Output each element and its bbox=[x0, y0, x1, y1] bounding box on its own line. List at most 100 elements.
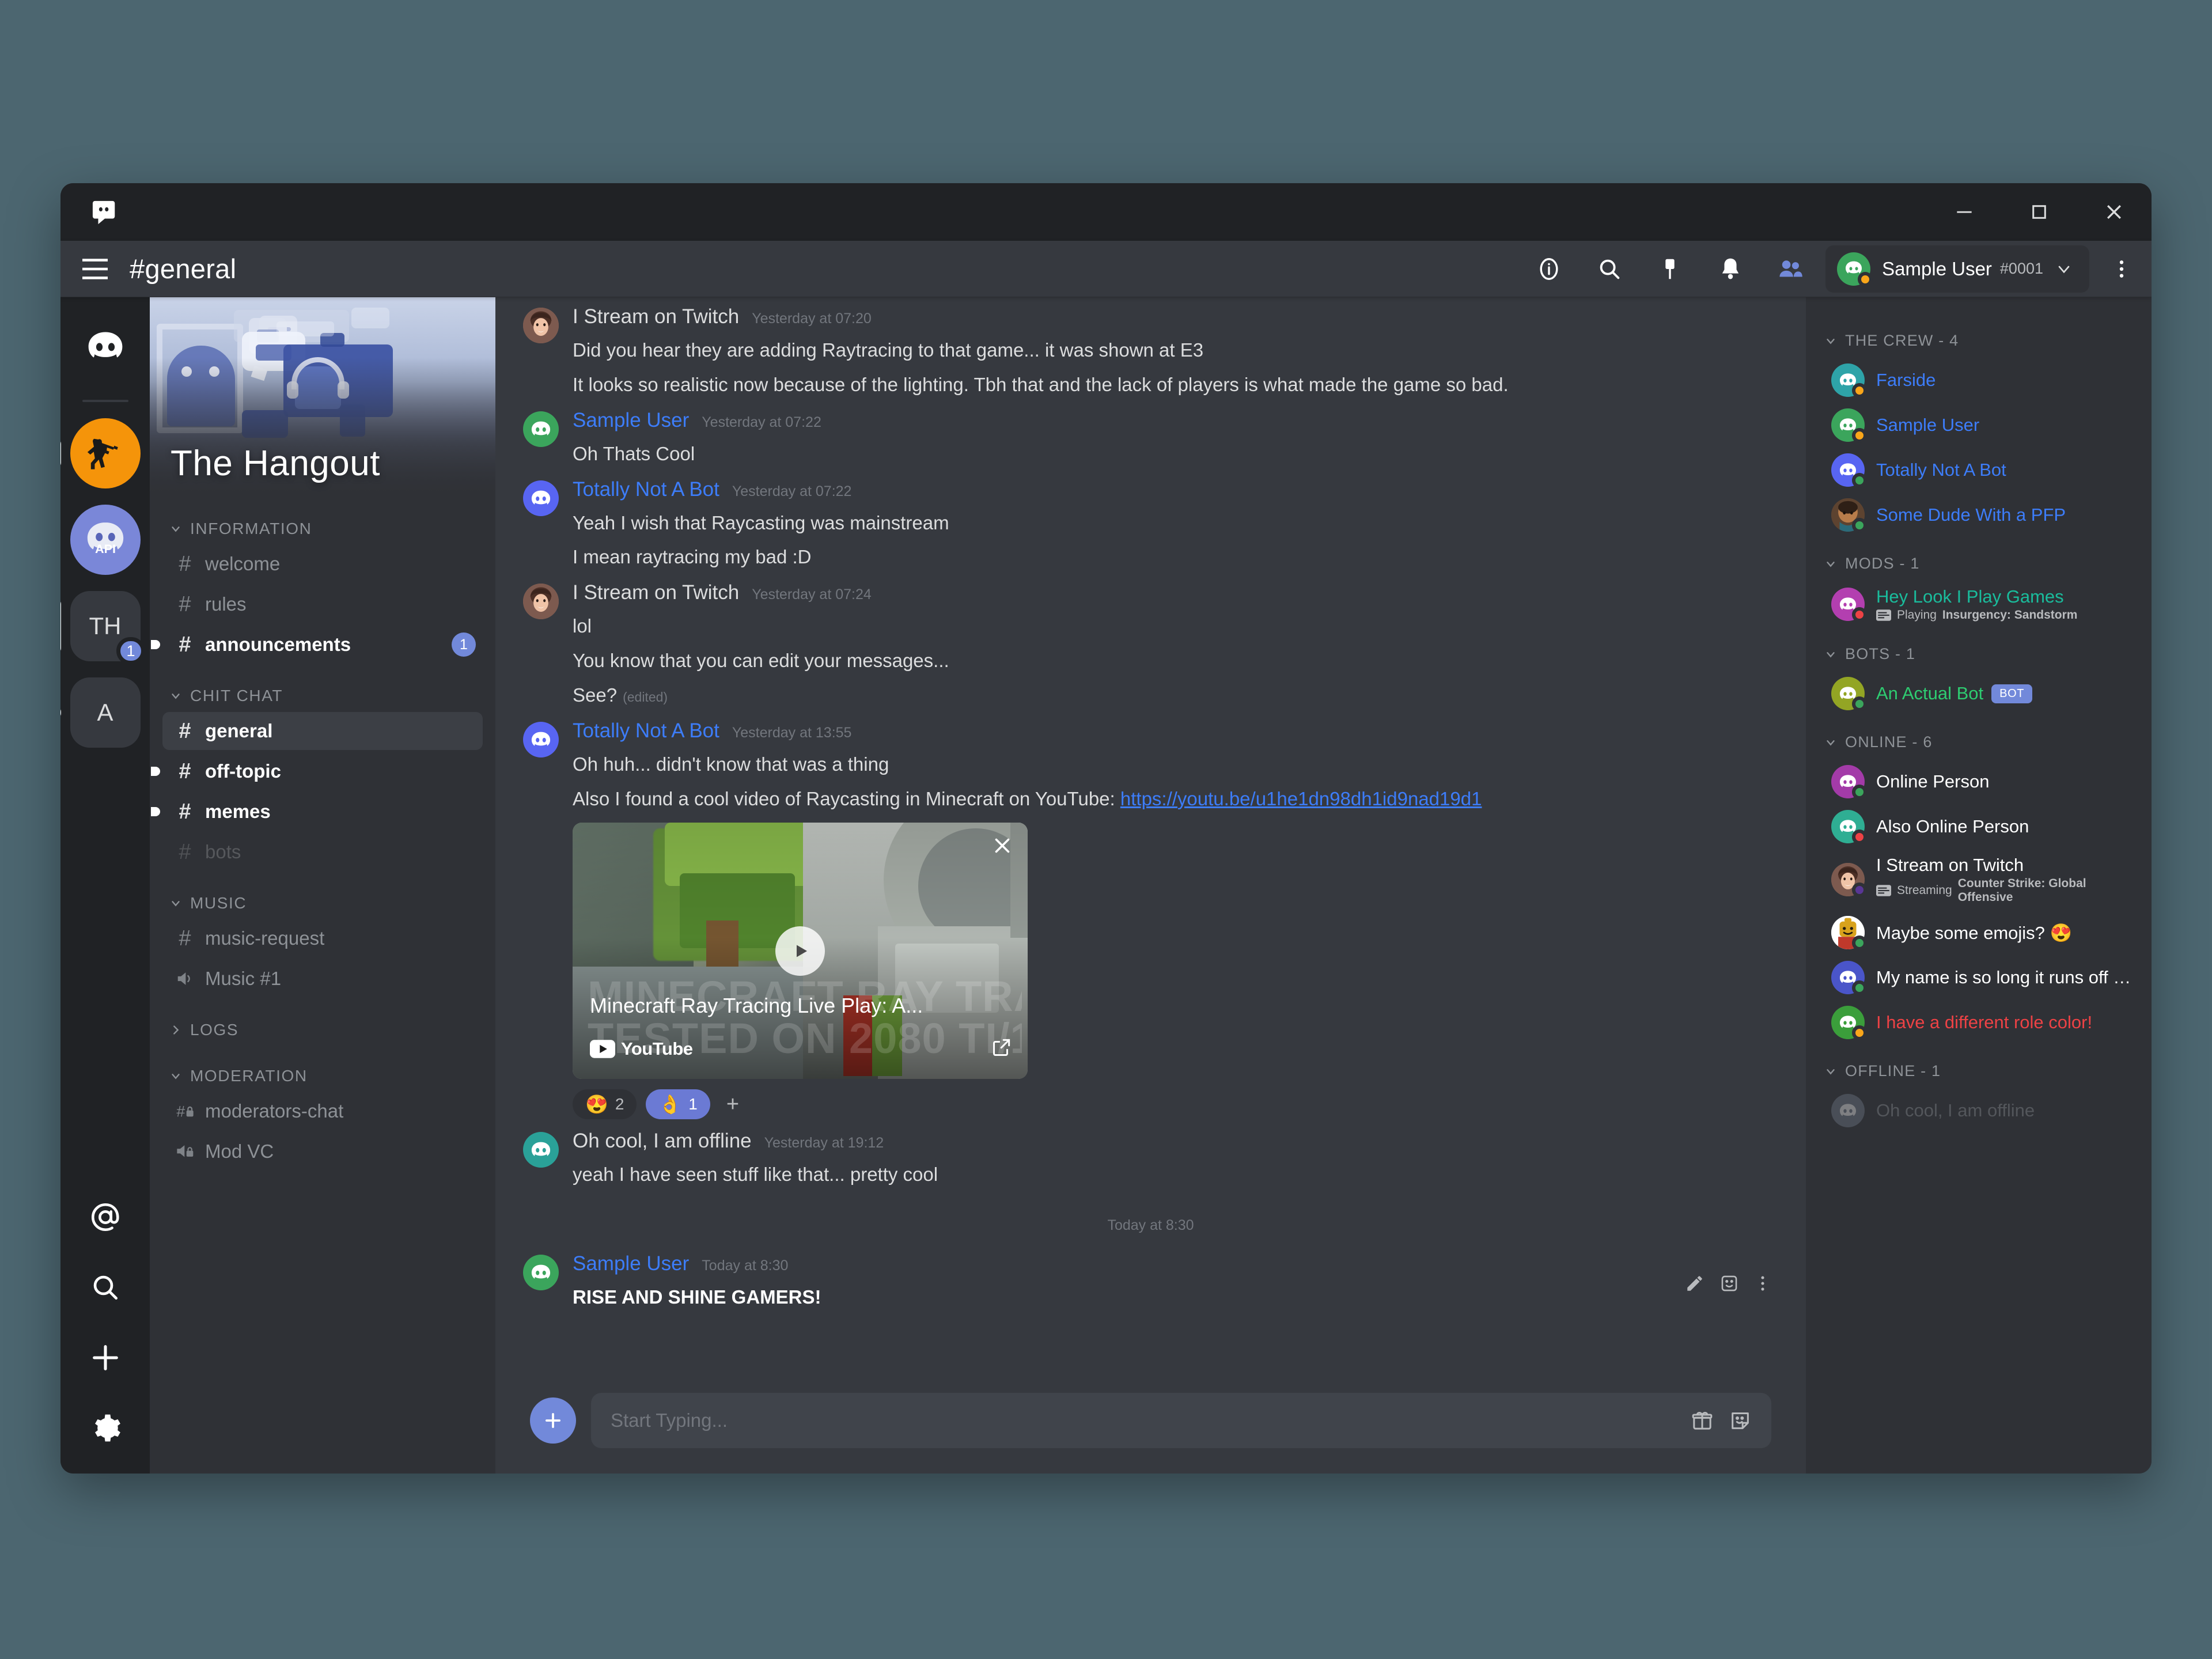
mention-icon[interactable] bbox=[85, 1197, 126, 1237]
message-author[interactable]: Totally Not A Bot bbox=[573, 719, 719, 743]
member-group-header-bots[interactable]: BOTS - 1 bbox=[1806, 628, 2152, 671]
server-icon-csgo[interactable] bbox=[60, 418, 141, 488]
sidebar-item-rules[interactable]: # rules bbox=[162, 585, 483, 623]
search-icon[interactable] bbox=[1594, 254, 1624, 284]
status-badge bbox=[1852, 518, 1867, 533]
open-external-icon[interactable] bbox=[991, 1036, 1013, 1058]
category-moderation[interactable]: MODERATION bbox=[150, 1046, 495, 1092]
hash-icon: # bbox=[179, 551, 191, 576]
sidebar-item-off-topic[interactable]: # off-topic bbox=[151, 752, 483, 790]
list-item[interactable]: Some Dude With a PFP bbox=[1806, 493, 2152, 537]
list-item[interactable]: Farside bbox=[1806, 358, 2152, 403]
message-author[interactable]: I Stream on Twitch bbox=[573, 581, 739, 604]
pin-icon[interactable] bbox=[1655, 254, 1685, 284]
server-icon-api[interactable]: API bbox=[70, 505, 141, 575]
sidebar-item-moderators-chat[interactable]: # moderators-chat bbox=[162, 1092, 483, 1130]
more-icon[interactable] bbox=[1754, 1274, 1771, 1293]
list-item[interactable]: Hey Look I Play Games Playing Insurgency… bbox=[1806, 581, 2152, 628]
channel-label: Mod VC bbox=[205, 1141, 274, 1162]
message-timestamp: Yesterday at 07:22 bbox=[702, 414, 821, 430]
member-group-header-online[interactable]: ONLINE - 6 bbox=[1806, 716, 2152, 759]
avatar[interactable] bbox=[523, 480, 559, 516]
info-icon[interactable] bbox=[1534, 254, 1564, 284]
avatar bbox=[1831, 498, 1867, 533]
unread-indicator bbox=[151, 807, 160, 816]
server-icon-a[interactable]: A bbox=[60, 677, 141, 748]
play-button[interactable] bbox=[775, 926, 825, 976]
add-reaction-icon[interactable]: + bbox=[719, 1092, 746, 1117]
close-button[interactable] bbox=[2077, 183, 2152, 241]
list-item[interactable]: An Actual Bot BOT bbox=[1806, 671, 2152, 716]
message-author[interactable]: Totally Not A Bot bbox=[573, 478, 719, 501]
sidebar-item-music-1[interactable]: Music #1 bbox=[162, 960, 483, 998]
list-item[interactable]: Sample User bbox=[1806, 403, 2152, 448]
list-item[interactable]: Oh cool, I am offline bbox=[1806, 1088, 2152, 1133]
list-item[interactable]: I Stream on Twitch Streaming Counter Str… bbox=[1806, 849, 2152, 910]
current-user-chip[interactable]: Sample User #0001 bbox=[1825, 245, 2089, 293]
category-information[interactable]: INFORMATION bbox=[150, 509, 495, 545]
reaction[interactable]: 👌 1 bbox=[646, 1089, 710, 1120]
member-name: I have a different role color! bbox=[1876, 1012, 2093, 1032]
hash-icon: # bbox=[179, 799, 191, 824]
avatar[interactable] bbox=[523, 1132, 559, 1168]
youtube-embed[interactable]: MINECRAFT RAY TRACINGTESTED ON 2080 TI/1… bbox=[573, 823, 1028, 1080]
add-reaction-icon[interactable] bbox=[1719, 1274, 1739, 1293]
message-author[interactable]: I Stream on Twitch bbox=[573, 305, 739, 328]
sidebar-item-announcements[interactable]: # announcements 1 bbox=[151, 626, 483, 664]
category-music[interactable]: MUSIC bbox=[150, 873, 495, 919]
minimize-button[interactable] bbox=[1927, 183, 2002, 241]
search-icon[interactable] bbox=[85, 1267, 126, 1308]
youtube-link[interactable]: https://youtu.be/u1he1dn98dh1id9nad19d1 bbox=[1120, 788, 1482, 809]
add-server-icon[interactable] bbox=[85, 1338, 126, 1378]
message-author[interactable]: Oh cool, I am offline bbox=[573, 1130, 752, 1153]
settings-icon[interactable] bbox=[85, 1408, 126, 1448]
more-options-icon[interactable] bbox=[2104, 257, 2139, 281]
message-author[interactable]: Sample User bbox=[573, 1252, 689, 1275]
server-rail: API TH 1 A bbox=[60, 297, 150, 1474]
server-banner[interactable]: The Hangout bbox=[150, 297, 495, 499]
avatar[interactable] bbox=[523, 308, 559, 343]
server-icon-th[interactable]: TH 1 bbox=[60, 591, 145, 665]
home-button[interactable] bbox=[70, 311, 141, 381]
close-icon[interactable] bbox=[990, 833, 1015, 858]
list-item[interactable]: Totally Not A Bot bbox=[1806, 448, 2152, 493]
sidebar-item-general[interactable]: # general bbox=[162, 712, 483, 750]
maximize-button[interactable] bbox=[2002, 183, 2077, 241]
avatar[interactable] bbox=[523, 721, 559, 757]
member-group-header-mods[interactable]: MODS - 1 bbox=[1806, 537, 2152, 581]
sticker-icon[interactable] bbox=[1729, 1409, 1752, 1432]
gift-icon[interactable] bbox=[1691, 1409, 1714, 1432]
list-item[interactable]: Maybe some emojis? 😍 bbox=[1806, 910, 2152, 955]
sidebar-item-memes[interactable]: # memes bbox=[151, 793, 483, 831]
list-item[interactable]: My name is so long it runs off of... bbox=[1806, 955, 2152, 1000]
category-chit-chat[interactable]: CHIT CHAT bbox=[150, 666, 495, 712]
message-header: I Stream on Twitch Yesterday at 07:20 bbox=[573, 305, 1778, 328]
add-attachment-button[interactable] bbox=[530, 1397, 576, 1444]
list-item[interactable]: I have a different role color! bbox=[1806, 1000, 2152, 1045]
message-line: I mean raytracing my bad :D bbox=[573, 546, 812, 568]
status-badge bbox=[1852, 383, 1867, 398]
chevron-down-icon[interactable] bbox=[2055, 260, 2073, 278]
sidebar-item-mod-vc[interactable]: Mod VC bbox=[162, 1132, 483, 1171]
edit-icon[interactable] bbox=[1685, 1274, 1705, 1293]
hamburger-icon[interactable] bbox=[60, 256, 130, 282]
members-icon[interactable] bbox=[1776, 254, 1806, 284]
reaction[interactable]: 😍 2 bbox=[573, 1089, 637, 1120]
member-group-header-the-crew[interactable]: THE CREW - 4 bbox=[1806, 315, 2152, 358]
category-logs[interactable]: LOGS bbox=[150, 1000, 495, 1046]
sidebar-item-welcome[interactable]: # welcome bbox=[162, 545, 483, 583]
sidebar-item-music-request[interactable]: # music-request bbox=[162, 919, 483, 957]
avatar[interactable] bbox=[523, 411, 559, 447]
sidebar-item-bots[interactable]: # bots bbox=[162, 833, 483, 871]
list-item[interactable]: Online Person bbox=[1806, 759, 2152, 804]
embed-title[interactable]: Minecraft Ray Tracing Live Play: A... bbox=[590, 994, 987, 1018]
list-item[interactable]: Also Online Person bbox=[1806, 804, 2152, 849]
member-group-header-offline[interactable]: OFFLINE - 1 bbox=[1806, 1045, 2152, 1088]
avatar[interactable] bbox=[523, 584, 559, 620]
message-line-with-link: Also I found a cool video of Raycasting … bbox=[573, 782, 1778, 816]
bell-icon[interactable] bbox=[1715, 254, 1745, 284]
avatar[interactable] bbox=[523, 1255, 559, 1291]
message-input[interactable]: Start Typing... bbox=[591, 1393, 1771, 1448]
channel-list: INFORMATION # welcome # rules # announce… bbox=[150, 499, 495, 1474]
message-author[interactable]: Sample User bbox=[573, 409, 689, 432]
